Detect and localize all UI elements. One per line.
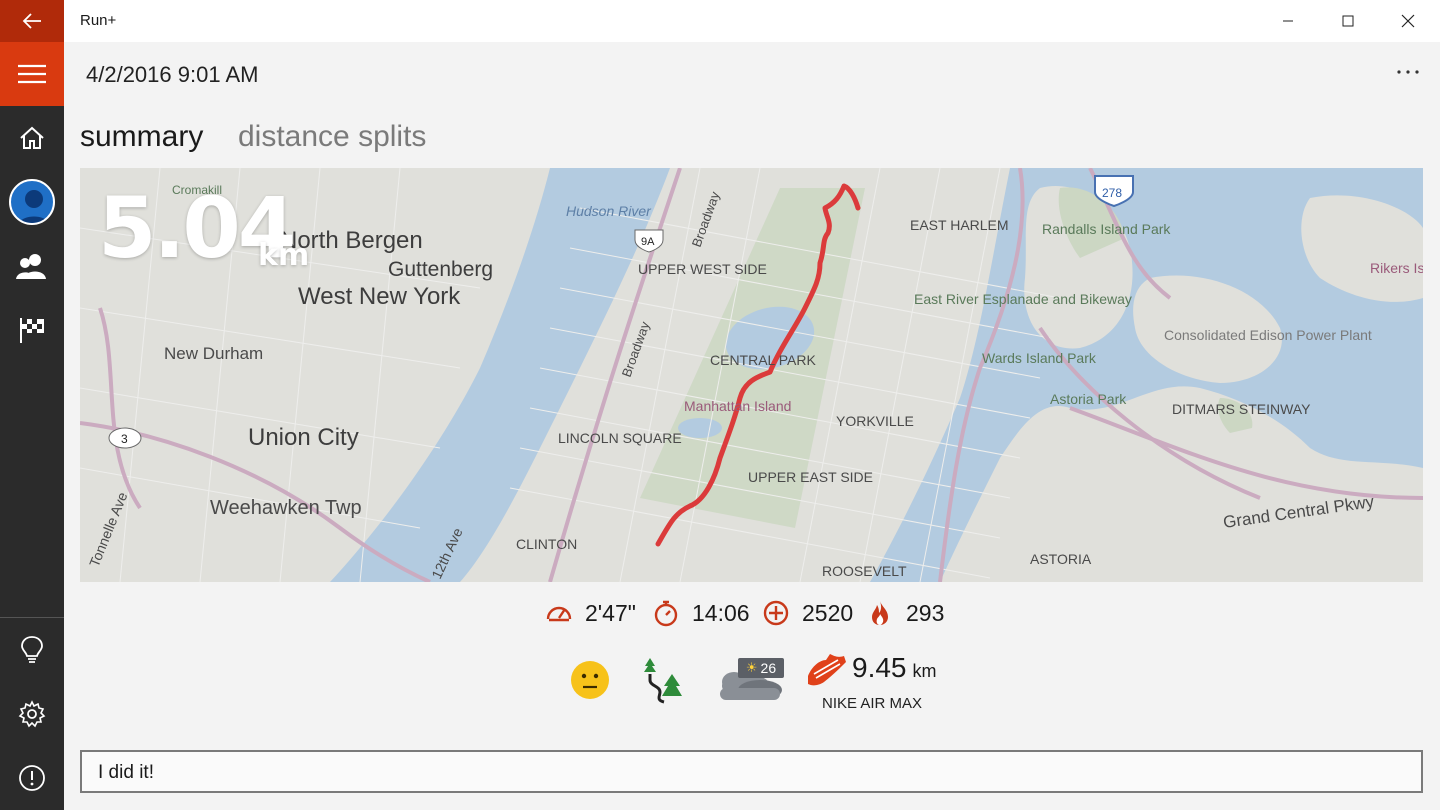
- running-shoe-icon: [808, 654, 846, 686]
- route-278-label: 278: [1102, 186, 1122, 200]
- map-label-upper-west-side: UPPER WEST SIDE: [638, 261, 767, 277]
- calories-stat: 293: [866, 596, 944, 630]
- map-label-upper-east-side: UPPER EAST SIDE: [748, 469, 873, 485]
- elevation-plus-icon: [763, 600, 789, 626]
- minimize-icon: [1283, 20, 1293, 22]
- map-label-ditmars: DITMARS STEINWAY: [1172, 401, 1311, 417]
- speedometer-icon: [546, 606, 572, 622]
- trail-terrain-icon: [644, 658, 682, 704]
- map-label-east-river: East River Esplanade and Bikeway: [914, 291, 1132, 307]
- map-label-central-park: CENTRAL PARK: [710, 352, 816, 368]
- route-3-label: 3: [121, 432, 128, 446]
- menu-button[interactable]: [0, 42, 64, 106]
- map-label-roosevelt: ROOSEVELT: [822, 563, 907, 579]
- stats-row: 2'47" 14:06 2520 293: [0, 596, 1440, 630]
- tab-summary[interactable]: summary: [80, 120, 203, 154]
- map-label-union-city: Union City: [248, 424, 359, 451]
- run-note-input[interactable]: I did it!: [80, 750, 1423, 793]
- lightbulb-icon: [21, 636, 43, 663]
- shoe-distance: 9.45 km: [852, 652, 937, 684]
- map-label-yorkville: YORKVILLE: [836, 413, 914, 429]
- checkered-flag-icon: [20, 318, 44, 343]
- map-label-hudson-river: Hudson River: [566, 203, 652, 219]
- elevation-value: 2520: [802, 599, 854, 626]
- map-label-manhattan: Manhattan Island: [684, 398, 791, 414]
- temperature-badge: ☀ 26: [738, 658, 784, 678]
- stopwatch-icon: [654, 600, 678, 627]
- more-options-button[interactable]: [1392, 58, 1424, 90]
- back-button[interactable]: [0, 0, 64, 42]
- distance-display: 5.04 km: [98, 180, 309, 276]
- map-label-astoria: ASTORIA: [1030, 551, 1092, 567]
- shoe-distance-unit: km: [912, 661, 937, 681]
- map-label-weehawken: Weehawken Twp: [210, 497, 362, 519]
- temperature-value: 26: [760, 660, 777, 676]
- calories-value: 293: [906, 599, 945, 626]
- map-label-lincoln-square: LINCOLN SQUARE: [558, 430, 682, 446]
- elevation-stat: 2520: [762, 596, 853, 630]
- sidebar-item-profile[interactable]: [0, 170, 64, 234]
- shoe-distance-value: 9.45: [852, 652, 907, 683]
- map-label-consolidated: Consolidated Edison Power Plant: [1164, 327, 1372, 343]
- map-label-guttenberg: Guttenberg: [388, 258, 493, 281]
- shoe-name: NIKE AIR MAX: [822, 695, 923, 712]
- home-icon: [20, 126, 44, 149]
- sidebar-item-challenges[interactable]: [0, 298, 64, 362]
- map-label-randalls: Randalls Island Park: [1042, 221, 1171, 237]
- duration-value: 14:06: [692, 599, 750, 626]
- sun-icon: ☀: [745, 660, 758, 675]
- sidebar-item-home[interactable]: [0, 106, 64, 170]
- gear-icon: [18, 700, 46, 728]
- flame-icon: [872, 601, 888, 625]
- sidebar: [0, 42, 64, 810]
- user-icon: [18, 190, 50, 223]
- more-dots-icon: [1397, 70, 1419, 74]
- duration-stat: 14:06: [652, 596, 750, 630]
- maximize-button[interactable]: [1318, 0, 1378, 42]
- map-label-new-durham: New Durham: [164, 344, 263, 363]
- pace-stat: 2'47": [545, 596, 636, 630]
- avatar: [9, 179, 55, 225]
- tab-distance-splits[interactable]: distance splits: [238, 120, 426, 154]
- friends-icon: [16, 254, 46, 279]
- title-bar: Run+: [0, 0, 1440, 42]
- back-arrow-icon: [22, 13, 41, 29]
- close-button[interactable]: [1378, 0, 1438, 42]
- map-label-west-new-york: West New York: [298, 283, 461, 310]
- neutral-face-icon: [571, 661, 609, 699]
- map-label-clinton: CLINTON: [516, 536, 577, 552]
- hamburger-icon: [18, 64, 46, 84]
- sidebar-item-settings[interactable]: [0, 682, 64, 746]
- route-9a-label: 9A: [641, 236, 655, 248]
- weather-widget: ☀ 26: [716, 656, 788, 704]
- info-exclamation-icon: [19, 765, 45, 791]
- map-label-rikers: Rikers Island: [1370, 260, 1423, 276]
- map-label-wards: Wards Island Park: [982, 350, 1097, 366]
- map-label-east-harlem: EAST HARLEM: [910, 217, 1009, 233]
- maximize-icon: [1342, 15, 1354, 27]
- minimize-button[interactable]: [1258, 0, 1318, 42]
- sidebar-item-about[interactable]: [0, 746, 64, 810]
- sidebar-item-friends[interactable]: [0, 234, 64, 298]
- map-label-astoria-park: Astoria Park: [1050, 391, 1127, 407]
- close-icon: [1401, 14, 1415, 28]
- app-title: Run+: [80, 12, 117, 29]
- run-datetime: 4/2/2016 9:01 AM: [86, 62, 259, 87]
- pace-value: 2'47": [585, 599, 636, 626]
- distance-unit: km: [258, 238, 310, 273]
